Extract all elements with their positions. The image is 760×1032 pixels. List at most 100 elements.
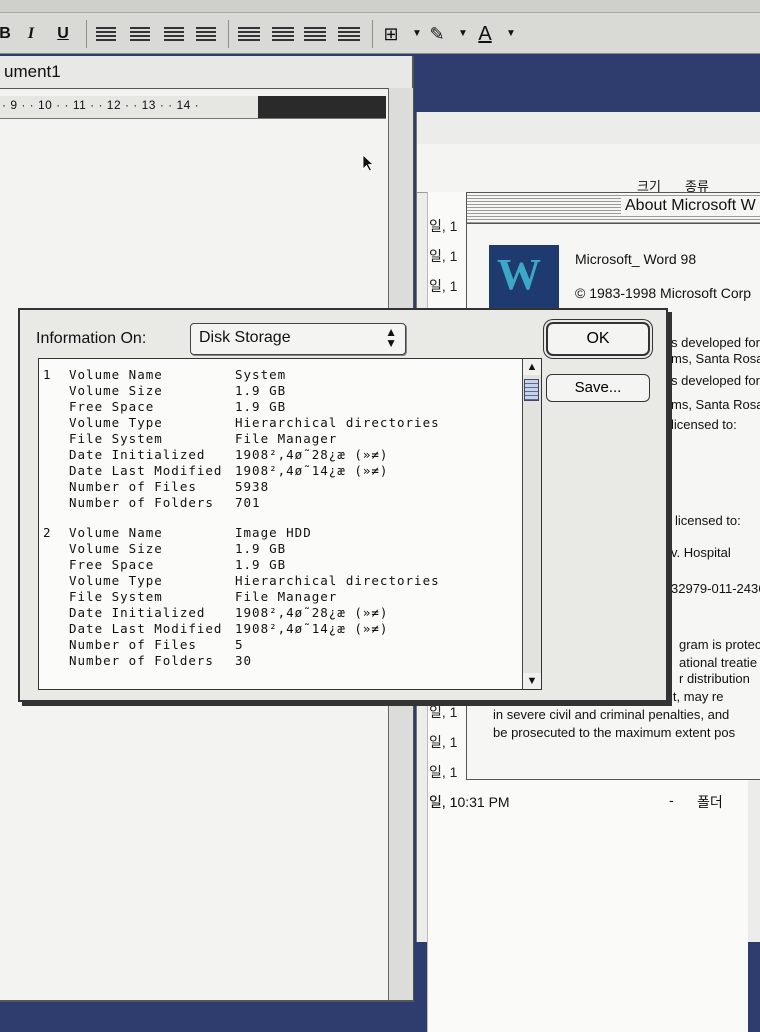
toolbar-separator [228,20,229,48]
list-item-kind: 폴더 [697,794,723,810]
ruler-ticks: · 9 · · 10 · · 11 · · 12 · · 13 · · 14 · [2,98,200,112]
formatting-toolbar: B I U ⊞ ▼ ✎ ▼ A ▼ [0,0,760,54]
list-item[interactable]: 일, 1 [429,702,457,722]
row-label: Volume Size [69,541,163,556]
increase-indent-icon[interactable] [338,27,360,41]
borders-icon[interactable]: ⊞ [378,22,404,46]
highlighter-icon[interactable]: ✎ [424,22,450,46]
row-label: File System [69,589,163,604]
ruler[interactable]: · 9 · · 10 · · 11 · · 12 · · 13 · · 14 · [0,96,386,119]
row-value: Hierarchical directories [235,415,440,430]
row-label: Free Space [69,399,155,414]
row-value: 701 [235,495,261,510]
justify-icon[interactable] [196,27,216,41]
decrease-indent-icon[interactable] [304,27,326,41]
align-right-icon[interactable] [164,27,184,41]
align-center-icon[interactable] [130,27,150,41]
row-value: 1.9 GB [235,541,287,556]
document-title-bar[interactable]: ument1 [0,56,412,89]
list-item[interactable]: 일, 1 [429,762,457,782]
about-line: licensed to: [675,513,741,528]
about-line: ational treatie [679,655,758,670]
about-line: gram is protec [679,637,760,652]
row-value: 30 [235,653,253,668]
document-title: ument1 [4,62,61,81]
bold-button[interactable]: B [0,22,18,46]
row-value: 1908²,4ø˜28¿æ (»≠) [235,605,389,620]
disk-info-dialog: Information On: Disk Storage ▲ ▼ OK Save.… [18,308,668,702]
row-value: 1.9 GB [235,399,287,414]
info-on-value: Disk Storage [199,329,291,346]
copyright: © 1983-1998 Microsoft Corp [575,285,752,301]
toolbar-separator [372,20,373,48]
about-line: ms, Santa Rosa, [671,351,760,366]
word-logo: W [489,245,559,311]
chevron-down-icon[interactable]: ▼ [498,22,524,46]
row-value: Hierarchical directories [235,573,440,588]
about-line: r distribution [679,671,750,686]
font-color-button[interactable]: A [472,22,498,46]
bullets-icon[interactable] [272,27,294,41]
underline-button[interactable]: U [50,22,76,46]
save-button[interactable]: Save... [546,374,650,402]
list-scrollbar[interactable]: ▲ ▼ [522,359,541,689]
row-label: Number of Folders [69,495,214,510]
row-value: 1908²,4ø˜14¿æ (»≠) [235,621,389,636]
row-value: 1.9 GB [235,383,287,398]
list-item-dash: - [669,792,674,808]
row-label: Volume Size [69,383,163,398]
align-left-icon[interactable] [96,27,116,41]
italic-button[interactable]: I [18,22,44,46]
finder-column-headers: 크기 종류 [417,144,760,194]
row-label: Volume Type [69,415,163,430]
row-label: Free Space [69,557,155,572]
about-line: 32979-011-2436 [671,581,760,596]
info-on-popup[interactable]: Disk Storage ▲ ▼ [190,323,406,355]
row-value: File Manager [235,431,338,446]
toolbar-separator [86,20,87,48]
list-item[interactable]: 일, 1 [429,732,457,752]
row-value: 1.9 GB [235,557,287,572]
about-title: About Microsoft W [621,197,760,215]
row-value: System [235,367,287,382]
about-line: licensed to: [671,417,737,432]
volume-index: 1 [43,367,52,382]
ruler-margin-area [258,96,386,118]
row-label: File System [69,431,163,446]
about-line: s developed for [671,335,760,350]
row-label: Volume Name [69,367,163,382]
row-label: Number of Files [69,479,197,494]
row-value: 5 [235,637,244,652]
scroll-up-icon[interactable]: ▲ [523,359,541,375]
about-line: s developed for [671,373,760,388]
list-item[interactable]: 일, 1 [429,246,457,266]
row-label: Date Last Modified [69,463,223,478]
row-label: Date Initialized [69,447,206,462]
row-value: 1908²,4ø˜14¿æ (»≠) [235,463,389,478]
about-line: ms, Santa Rosa, [671,397,760,412]
list-item-time[interactable]: 일, 10:31 PM [429,792,510,812]
about-title-bar[interactable]: About Microsoft W [467,193,760,224]
numbering-icon[interactable] [238,27,260,41]
about-line: in severe civil and criminal penalties, … [493,707,730,722]
info-on-label: Information On: [36,330,147,347]
volume-index: 2 [43,525,52,540]
list-item[interactable]: 일, 1 [429,276,457,296]
standard-toolbar-strip [0,0,760,13]
row-label: Volume Name [69,525,163,540]
ok-button[interactable]: OK [546,322,650,356]
list-item[interactable]: 일, 1 [429,216,457,236]
row-value: Image HDD [235,525,312,540]
row-value: 1908²,4ø˜28¿æ (»≠) [235,447,389,462]
row-label: Number of Folders [69,653,214,668]
row-value: 5938 [235,479,270,494]
scroll-down-icon[interactable]: ▼ [523,673,541,689]
about-line: be prosecuted to the maximum extent pos [493,725,736,740]
disk-info-list[interactable]: 1 Volume Name System Volume Size 1.9 GB … [38,358,542,690]
updown-arrows-icon: ▲ ▼ [385,325,397,350]
about-line: v. Hospital [671,545,731,560]
scroll-thumb[interactable] [524,379,539,401]
mouse-pointer-icon [362,154,375,172]
row-label: Date Initialized [69,605,206,620]
product-name: Microsoft_ Word 98 [575,251,697,267]
